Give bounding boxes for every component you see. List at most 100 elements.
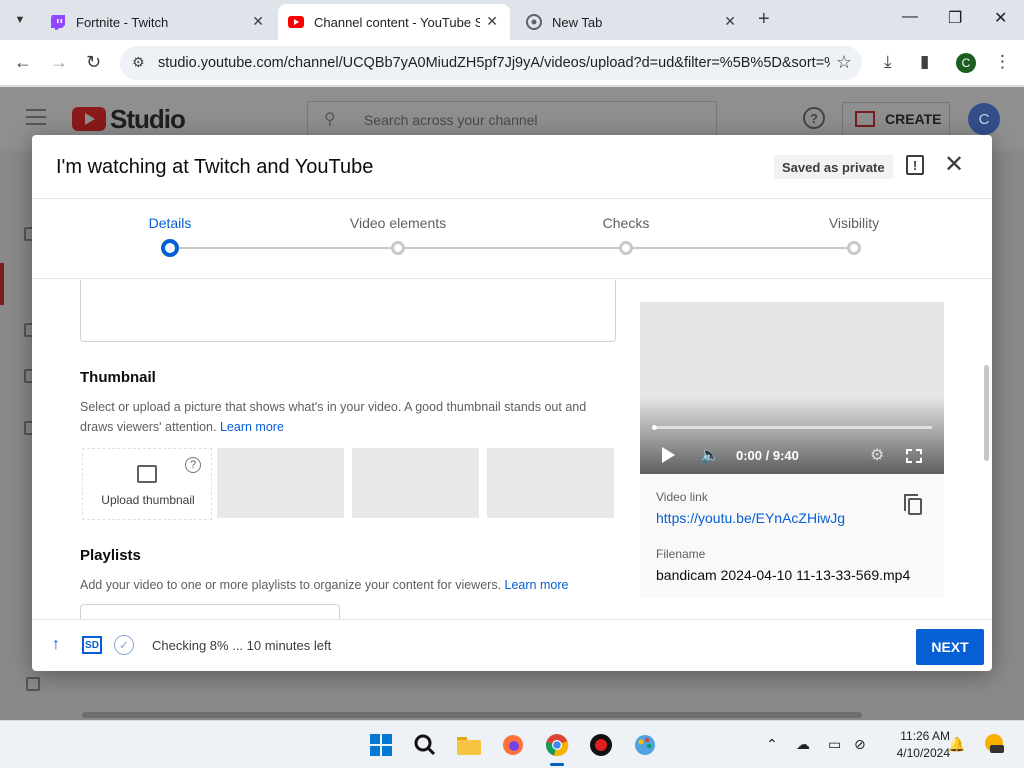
video-link[interactable]: https://youtu.be/EYnAcZHiwJg — [656, 510, 845, 526]
search-placeholder: Search across your channel — [364, 112, 538, 128]
restore-icon[interactable]: ❐ — [948, 8, 962, 28]
close-icon[interactable]: ✕ — [252, 13, 264, 30]
youtube-icon — [288, 14, 304, 30]
tab-twitch[interactable]: Fortnite - Twitch ✕ — [40, 4, 276, 40]
firefox-icon[interactable] — [499, 731, 527, 759]
taskbar-time[interactable]: 11:26 AM — [880, 729, 950, 743]
minimize-icon[interactable]: — — [902, 8, 918, 26]
weather-icon[interactable] — [982, 731, 1006, 758]
browser-tab-bar: ▼ Fortnite - Twitch ✕ Channel content - … — [0, 0, 1024, 40]
profile-avatar[interactable]: C — [956, 53, 976, 73]
auto-thumbnail-2[interactable] — [352, 448, 479, 518]
address-bar[interactable]: ⚙ studio.youtube.com/channel/UCQBb7yA0Mi… — [120, 46, 862, 80]
help-icon[interactable]: ? — [803, 107, 825, 129]
step-checks-dot[interactable] — [619, 241, 633, 255]
playlists-learn-more-link[interactable]: Learn more — [505, 578, 569, 592]
upload-arrow-icon[interactable]: ↑ — [52, 636, 60, 654]
bandicam-record-icon[interactable] — [587, 731, 615, 759]
video-progress-bar[interactable] — [652, 426, 932, 429]
playlist-dropdown[interactable] — [80, 604, 340, 619]
settings-gear-icon[interactable]: ⚙ — [870, 445, 884, 465]
video-player[interactable]: 🔈 0:00 / 9:40 ⚙ — [640, 302, 944, 474]
copy-icon[interactable] — [904, 494, 922, 515]
tab-label: New Tab — [552, 14, 603, 30]
create-button[interactable]: CREATE — [842, 102, 950, 136]
studio-logo-text: Studio — [110, 104, 186, 134]
step-video-elements[interactable]: Video elements — [318, 215, 478, 231]
step-details-dot[interactable] — [161, 239, 179, 257]
step-visibility-dot[interactable] — [847, 241, 861, 255]
sd-quality-icon[interactable]: SD — [82, 636, 102, 654]
dialog-scrollbar-thumb[interactable] — [984, 365, 989, 461]
windows-start-icon[interactable] — [367, 731, 395, 759]
video-scrubber[interactable] — [652, 425, 657, 430]
upload-thumbnail-label: Upload thumbnail — [101, 493, 195, 507]
volume-icon[interactable]: 🔈 — [700, 445, 720, 465]
sidebar-feedback-icon[interactable] — [26, 677, 40, 691]
add-image-icon — [137, 465, 157, 483]
side-panel-icon[interactable]: ▮ — [920, 52, 929, 72]
tab-search-button[interactable]: ▼ — [8, 8, 32, 32]
dialog-header: I'm watching at Twitch and YouTube Saved… — [32, 135, 992, 199]
onedrive-icon[interactable]: ☁ — [796, 736, 810, 753]
paint-icon[interactable] — [631, 731, 659, 759]
bookmark-star-icon[interactable]: ☆ — [836, 52, 852, 73]
dialog-footer: ↑ SD ✓ Checking 8% ... 10 minutes left N… — [32, 619, 992, 671]
thumbnail-description: Select or upload a picture that shows wh… — [80, 397, 620, 437]
download-icon[interactable]: ⤓ — [884, 52, 892, 72]
step-video-elements-dot[interactable] — [391, 241, 405, 255]
youtube-logo-icon[interactable] — [72, 107, 106, 131]
help-icon[interactable]: ? — [185, 457, 201, 473]
forward-arrow-icon[interactable]: → — [50, 52, 68, 73]
window-close-icon[interactable]: ✕ — [994, 8, 1007, 28]
chrome-taskbar-icon[interactable] — [543, 731, 571, 759]
windows-taskbar: ⌃ ☁ ▭ ⊘ 11:26 AM 4/10/2024 🔔 — [0, 720, 1024, 768]
next-button[interactable]: NEXT — [916, 629, 984, 665]
auto-thumbnail-3[interactable] — [487, 448, 614, 518]
video-preview-card: 🔈 0:00 / 9:40 ⚙ Video link https://youtu… — [640, 302, 944, 598]
video-time: 0:00 / 9:40 — [736, 448, 799, 463]
dialog-body: Thumbnail Select or upload a picture tha… — [32, 280, 992, 619]
browser-toolbar: ← → ↻ ⚙ studio.youtube.com/channel/UCQBb… — [0, 40, 1024, 86]
horizontal-scrollbar[interactable] — [82, 712, 862, 718]
site-info-icon[interactable]: ⚙ — [132, 54, 145, 71]
play-icon[interactable] — [662, 447, 675, 463]
close-icon[interactable]: ✕ — [724, 13, 736, 30]
close-icon[interactable]: ✕ — [486, 13, 498, 30]
report-icon[interactable]: ! — [906, 155, 924, 175]
more-menu-icon[interactable]: ⋮ — [994, 52, 1011, 72]
auto-thumbnail-1[interactable] — [217, 448, 344, 518]
hamburger-menu-icon[interactable] — [26, 109, 46, 125]
tab-label: Fortnite - Twitch — [76, 14, 169, 30]
step-details[interactable]: Details — [90, 215, 250, 231]
dialog-close-icon[interactable]: ✕ — [944, 153, 964, 177]
taskbar-date[interactable]: 4/10/2024 — [880, 746, 950, 760]
url-text[interactable]: studio.youtube.com/channel/UCQBb7yA0Miud… — [158, 55, 830, 71]
thumbnail-learn-more-link[interactable]: Learn more — [220, 420, 284, 434]
reload-icon[interactable]: ↻ — [86, 52, 101, 73]
stepper-line — [170, 247, 854, 249]
filename-label: Filename — [656, 547, 706, 561]
search-icon[interactable] — [411, 731, 439, 759]
display-icon[interactable]: ▭ — [828, 736, 841, 753]
back-arrow-icon[interactable]: ← — [14, 52, 32, 73]
tab-youtube-studio[interactable]: Channel content - YouTube Studio ✕ — [278, 4, 510, 40]
fullscreen-icon[interactable] — [906, 449, 922, 463]
saved-status-badge: Saved as private — [774, 155, 893, 179]
upload-stepper: Details Video elements Checks Visibility — [32, 199, 992, 279]
network-icon[interactable]: ⊘ — [854, 736, 866, 753]
tab-new-tab[interactable]: New Tab ✕ — [516, 4, 748, 40]
new-tab-plus-icon[interactable]: + — [758, 9, 770, 29]
chevron-up-icon[interactable]: ⌃ — [766, 736, 778, 753]
thumbnail-title: Thumbnail — [80, 369, 156, 386]
step-checks[interactable]: Checks — [546, 215, 706, 231]
channel-avatar[interactable]: C — [968, 103, 1000, 135]
channel-search-box[interactable]: ⚲ Search across your channel — [307, 101, 717, 137]
checks-status-icon[interactable]: ✓ — [114, 635, 134, 655]
notification-bell-icon[interactable]: 🔔 — [948, 736, 965, 753]
description-textarea[interactable] — [80, 280, 616, 342]
upload-thumbnail-button[interactable]: ? Upload thumbnail — [82, 448, 212, 520]
step-visibility[interactable]: Visibility — [774, 215, 934, 231]
file-explorer-icon[interactable] — [455, 731, 483, 759]
playlists-description: Add your video to one or more playlists … — [80, 575, 620, 595]
